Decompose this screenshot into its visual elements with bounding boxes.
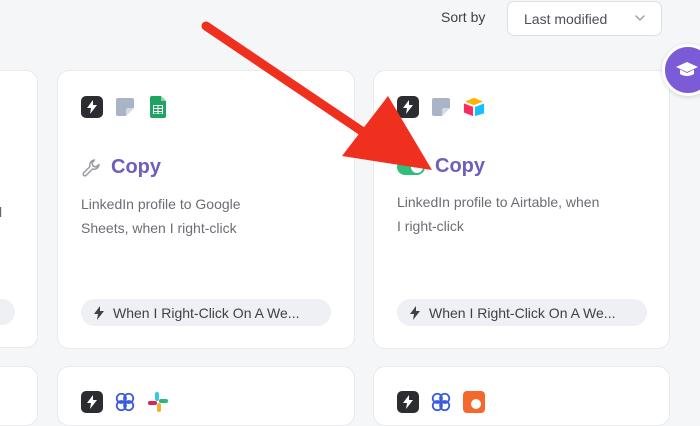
card-title-row: Copy <box>81 156 161 179</box>
automation-card[interactable] <box>373 366 670 426</box>
lightning-bolt-icon <box>410 305 420 320</box>
description-line: LinkedIn profile to Google <box>81 196 241 212</box>
automation-card-partial[interactable] <box>0 366 38 426</box>
card-description: LinkedIn profile to Google Sheets, when … <box>81 192 321 240</box>
card-title[interactable]: Copy <box>111 156 161 179</box>
trigger-pill[interactable]: When I Right-Click On A We... <box>397 299 647 326</box>
trigger-label: When I Right-Click On A We... <box>113 304 300 321</box>
trigger-pill-partial <box>0 299 15 325</box>
sort-select[interactable]: Last modified <box>507 1 662 36</box>
automation-card-partial[interactable]: l <box>0 70 38 348</box>
automation-card[interactable] <box>57 366 355 426</box>
trigger-pill[interactable]: When I Right-Click On A We... <box>81 299 331 326</box>
chevron-down-icon <box>635 15 645 22</box>
card-description: LinkedIn profile to Airtable, when I rig… <box>397 190 657 238</box>
graduation-cap-icon <box>676 62 698 76</box>
page-icon <box>430 96 452 118</box>
trigger-label: When I Right-Click On A We... <box>429 304 616 321</box>
airtable-icon <box>463 96 485 118</box>
card-title-row: Copy <box>397 155 485 178</box>
sort-value: Last modified <box>524 10 608 27</box>
sort-label: Sort by <box>441 9 486 25</box>
page-icon <box>114 96 136 118</box>
google-sheets-icon <box>147 96 169 118</box>
description-line: LinkedIn profile to Airtable, when <box>397 194 600 210</box>
automation-card-airtable[interactable]: Copy LinkedIn profile to Airtable, when … <box>373 70 670 349</box>
lightning-bolt-icon <box>397 96 419 118</box>
lightning-bolt-icon <box>81 96 103 118</box>
app-icons <box>81 96 169 118</box>
app-icons <box>397 96 485 118</box>
lightning-bolt-icon <box>94 305 104 320</box>
card-partial-text: l <box>0 204 3 220</box>
wrench-icon <box>82 158 100 177</box>
card-title[interactable]: Copy <box>435 155 485 178</box>
automation-card-google-sheets[interactable]: Copy LinkedIn profile to Google Sheets, … <box>57 70 355 349</box>
description-line: I right-click <box>397 218 464 234</box>
description-line: Sheets, when I right-click <box>81 220 237 236</box>
enabled-toggle[interactable] <box>397 158 425 175</box>
